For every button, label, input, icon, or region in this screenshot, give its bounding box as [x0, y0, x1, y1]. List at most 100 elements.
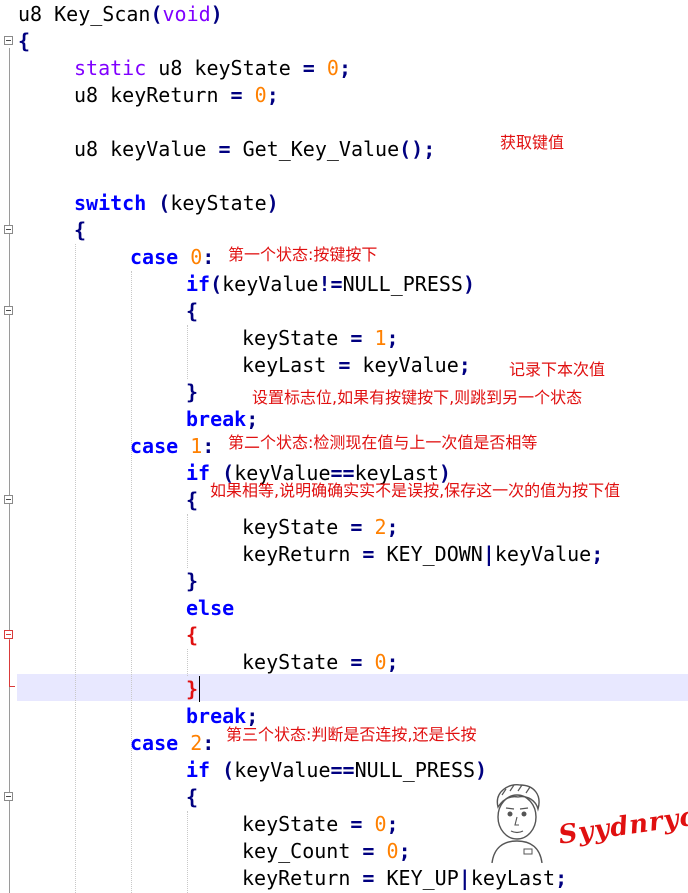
code-line[interactable]: key_Count = 0; — [242, 838, 411, 865]
annotation-state1: 第二个状态:检测现在值与上一次值是否相等 — [228, 433, 538, 452]
code-text: keyState — [242, 812, 351, 836]
code-line[interactable]: else — [186, 595, 234, 622]
text-caret — [199, 676, 200, 702]
paren: ( — [210, 272, 223, 296]
number-literal: 0 — [374, 812, 387, 836]
number-literal: 1 — [190, 434, 203, 458]
fold-end-tick — [9, 686, 15, 687]
paren: ( — [146, 191, 171, 215]
paren: ) — [475, 758, 488, 782]
fold-toggle-if-2[interactable] — [4, 792, 13, 801]
number-literal: 0 — [254, 83, 267, 107]
code-text: keyValue — [350, 353, 459, 377]
code-text: keyState — [242, 326, 351, 350]
code-line[interactable]: case 1: — [130, 433, 214, 460]
if-keyword: if — [186, 758, 211, 782]
static-keyword: static — [74, 56, 147, 80]
code-line[interactable]: { — [186, 622, 198, 649]
code-line[interactable]: u8 Key_Scan(void) — [18, 1, 223, 28]
operator: | — [458, 866, 471, 890]
code-line[interactable]: break; — [186, 406, 258, 433]
operator: ; — [591, 542, 604, 566]
operator: = — [338, 353, 351, 377]
code-line[interactable]: static u8 keyState = 0; — [74, 55, 351, 82]
code-text: key_Count — [242, 839, 363, 863]
indent-guide — [187, 649, 188, 676]
code-text: u8 keyValue — [74, 137, 219, 161]
fold-toggle-if-0[interactable] — [4, 306, 13, 315]
number-literal: 2 — [374, 515, 387, 539]
number-literal: 2 — [190, 731, 203, 755]
code-text: keyValue — [234, 758, 331, 782]
case-keyword: case — [130, 245, 179, 269]
code-line[interactable]: u8 keyReturn = 0; — [74, 82, 279, 109]
operator: ; — [338, 56, 351, 80]
code-text: keyState — [170, 191, 267, 215]
switch-keyword: switch — [74, 191, 147, 215]
fold-toggle-if-1[interactable] — [4, 495, 13, 504]
code-line[interactable]: switch (keyState) — [74, 190, 279, 217]
code-line[interactable]: case 2: — [130, 730, 214, 757]
code-text: Get_Key_Value — [230, 137, 400, 161]
paren: ) — [210, 2, 223, 26]
code-editor[interactable]: u8 Key_Scan(void) { static u8 keyState =… — [0, 0, 688, 893]
code-line[interactable]: keyState = 0; — [242, 811, 399, 838]
brace: { — [186, 299, 199, 323]
brace: { — [74, 218, 87, 242]
annotation-state0: 第一个状态:按键按下 — [228, 245, 378, 264]
code-line[interactable]: keyState = 2; — [242, 514, 399, 541]
code-line[interactable]: { — [186, 298, 198, 325]
code-line[interactable]: keyLast = keyValue; — [242, 352, 471, 379]
indent-guide — [187, 325, 188, 379]
code-line-current[interactable]: } — [186, 676, 198, 703]
code-line[interactable]: keyReturn = KEY_UP|keyLast; — [242, 865, 567, 892]
brace: { — [18, 29, 31, 53]
fold-toggle-else[interactable] — [4, 630, 13, 639]
code-text: keyState — [242, 650, 351, 674]
code-text: NULL_PRESS — [342, 272, 463, 296]
code-line[interactable]: } — [186, 568, 198, 595]
code-text: keyValue — [222, 272, 319, 296]
operator: = — [218, 137, 231, 161]
annotation-set-flag: 设置标志位,如果有按键按下,则跳到另一个状态 — [252, 388, 583, 407]
fold-toggle-function[interactable] — [4, 36, 13, 45]
code-text: KEY_UP — [374, 866, 459, 890]
code-line[interactable]: if(keyValue!=NULL_PRESS) — [186, 271, 475, 298]
operator: : — [202, 434, 215, 458]
code-line[interactable]: u8 keyValue = Get_Key_Value(); — [74, 136, 435, 163]
code-line[interactable]: { — [74, 217, 86, 244]
code-line[interactable]: if (keyValue==NULL_PRESS) — [186, 757, 487, 784]
case-keyword: case — [130, 731, 179, 755]
fold-toggle-switch[interactable] — [4, 225, 13, 234]
code-line[interactable]: } — [186, 379, 198, 406]
code-line[interactable]: case 0: — [130, 244, 214, 271]
code-line[interactable]: { — [18, 28, 30, 55]
operator: ; — [246, 407, 259, 431]
operator: = — [350, 650, 363, 674]
indent-guide — [131, 271, 132, 893]
code-line[interactable]: keyState = 0; — [242, 649, 399, 676]
code-line[interactable]: { — [186, 784, 198, 811]
number-literal: 1 — [374, 326, 387, 350]
brace: } — [186, 380, 199, 404]
code-text: keyReturn — [242, 866, 363, 890]
operator: = — [350, 515, 363, 539]
annotation-state2: 第三个状态:判断是否连按,还是长按 — [226, 725, 477, 744]
code-line[interactable]: { — [186, 487, 198, 514]
code-line[interactable]: keyState = 1; — [242, 325, 399, 352]
code-text: KEY_DOWN — [374, 542, 483, 566]
case-keyword: case — [130, 434, 179, 458]
operator: = — [362, 866, 375, 890]
annotation-if-equal: 如果相等,说明确确实实不是误按,保存这一次的值为按下值 — [210, 481, 621, 500]
number-literal: 0 — [190, 245, 203, 269]
operator: : — [202, 245, 215, 269]
code-text: u8 keyState — [146, 56, 303, 80]
code-text: keyLast — [242, 353, 339, 377]
code-line[interactable]: keyReturn = KEY_DOWN|keyValue; — [242, 541, 603, 568]
operator: ; — [386, 650, 399, 674]
